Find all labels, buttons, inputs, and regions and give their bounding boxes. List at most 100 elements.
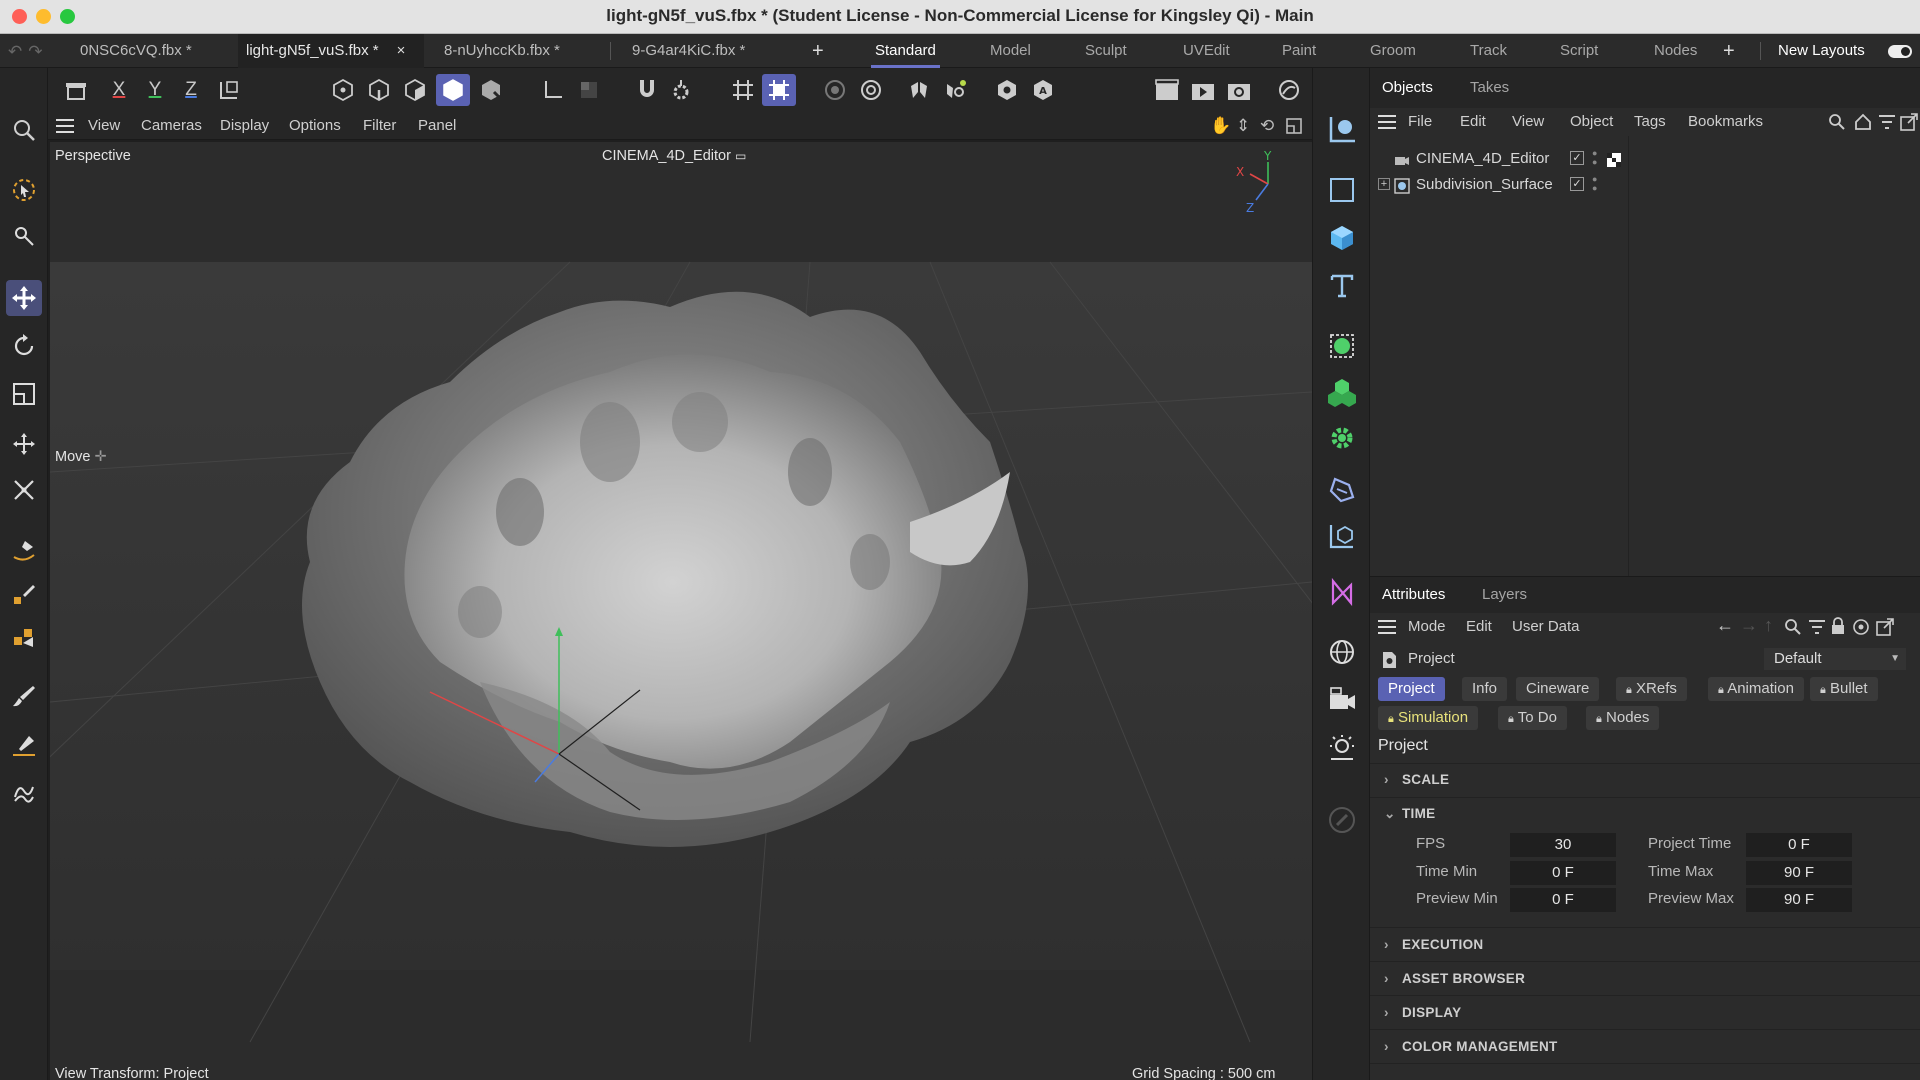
preset-dropdown[interactable]: Default ▼ <box>1764 648 1906 670</box>
search-icon[interactable] <box>1828 113 1846 135</box>
layout-tab-sculpt[interactable]: Sculpt <box>1085 34 1127 68</box>
view-name-label[interactable]: Perspective <box>55 148 131 164</box>
tab-chip-nodes[interactable]: 🔒︎ Nodes <box>1586 706 1660 730</box>
layout-tab-script[interactable]: Script <box>1560 34 1598 68</box>
layout-tab-track[interactable]: Track <box>1470 34 1507 68</box>
visibility-dots[interactable]: ● ● <box>1592 175 1597 193</box>
live-selection-icon[interactable] <box>6 172 42 208</box>
tab-chip-animation[interactable]: 🔒︎ Animation <box>1708 677 1804 701</box>
transform-tool-icon[interactable] <box>6 426 42 462</box>
new-layouts-button[interactable]: New Layouts <box>1778 34 1865 68</box>
object-row-subdivision[interactable]: + Subdivision_Surface ✓ ● ● <box>1370 172 1628 198</box>
polygons-mode-icon[interactable] <box>400 74 430 106</box>
3d-viewport[interactable]: Y X Z Perspective CINEMA_4D_Editor ▭ Mov… <box>50 142 1312 1080</box>
maximize-view-icon[interactable] <box>1286 118 1302 138</box>
spline-sketch-icon[interactable] <box>6 576 42 612</box>
menu-edit[interactable]: Edit <box>1460 108 1486 136</box>
subdivision-surface-icon[interactable] <box>1324 328 1360 364</box>
environment-globe-icon[interactable] <box>1324 634 1360 670</box>
menu-tags[interactable]: Tags <box>1634 108 1666 136</box>
menu-filter[interactable]: Filter <box>363 112 396 140</box>
tab-chip-cineware[interactable]: Cineware <box>1516 677 1600 701</box>
add-layout-plus-icon[interactable]: + <box>1723 34 1735 68</box>
layer-checkbox[interactable]: ✓ <box>1570 177 1584 191</box>
layout-toggle[interactable] <box>1888 45 1912 58</box>
doc-tab[interactable]: 0NSC6cVQ.fbx * <box>72 34 200 68</box>
smooth-icon[interactable] <box>6 774 42 810</box>
cube-outline-icon[interactable] <box>1324 172 1360 208</box>
doc-tab[interactable]: 9-G4ar4KiC.fbx * <box>624 34 753 68</box>
section-display[interactable]: › DISPLAY <box>1384 1005 1461 1020</box>
tab-objects[interactable]: Objects <box>1382 68 1433 108</box>
object-row-camera[interactable]: CINEMA_4D_Editor ✓ ● ● <box>1370 146 1628 172</box>
snap-settings-icon[interactable] <box>666 74 696 106</box>
section-time[interactable]: ⌄ TIME <box>1384 806 1435 822</box>
edges-mode-icon[interactable] <box>364 74 394 106</box>
knife-icon[interactable] <box>6 728 42 764</box>
tab-attributes[interactable]: Attributes <box>1382 577 1445 613</box>
tab-takes[interactable]: Takes <box>1470 68 1509 108</box>
light-object-icon[interactable] <box>1324 730 1360 766</box>
x-axis-lock-button[interactable]: X <box>104 74 134 106</box>
model-mode-icon[interactable] <box>436 74 470 106</box>
filter-icon[interactable] <box>1808 618 1826 640</box>
null-object-icon[interactable] <box>1324 518 1360 554</box>
multi-transform-icon[interactable] <box>6 472 42 508</box>
lock-icon[interactable] <box>1830 617 1846 639</box>
menu-view[interactable]: View <box>88 112 120 140</box>
rotate-tool-icon[interactable] <box>6 328 42 364</box>
layout-tab-uvedit[interactable]: UVEdit <box>1183 34 1230 68</box>
lock-workplane-icon[interactable] <box>856 74 886 106</box>
spline-pen-icon[interactable] <box>6 532 42 568</box>
symmetry-settings-icon[interactable] <box>940 74 970 106</box>
soft-selection-icon[interactable] <box>820 74 850 106</box>
layout-tab-standard[interactable]: Standard <box>871 34 940 68</box>
render-view-icon[interactable] <box>1152 74 1182 106</box>
effector-gear-icon[interactable] <box>1324 420 1360 456</box>
layout-tab-model[interactable]: Model <box>990 34 1031 68</box>
menu-cameras[interactable]: Cameras <box>141 112 202 140</box>
close-tab-icon[interactable]: × <box>397 42 406 59</box>
symmetry-icon[interactable] <box>904 74 934 106</box>
z-axis-lock-button[interactable]: Z <box>176 74 206 106</box>
visibility-dots[interactable]: ● ● <box>1592 149 1597 167</box>
points-mode-icon[interactable] <box>328 74 358 106</box>
layout-tab-groom[interactable]: Groom <box>1370 34 1416 68</box>
tab-chip-project[interactable]: Project <box>1378 677 1445 701</box>
doc-tab-active[interactable]: light-gN5f_vuS.fbx * × <box>238 34 424 68</box>
preview-max-field[interactable]: 90 F <box>1746 888 1852 912</box>
undo-history-icon[interactable] <box>60 74 92 106</box>
y-axis-lock-button[interactable]: Y <box>140 74 170 106</box>
viewport-solo-icon[interactable] <box>574 74 604 106</box>
axis-mode-icon[interactable] <box>538 74 568 106</box>
undo-redo-icons[interactable]: ↶↷ <box>8 42 49 62</box>
hamburger-menu-icon[interactable] <box>1378 619 1396 639</box>
expand-toggle[interactable]: + <box>1378 178 1390 190</box>
tab-chip-todo[interactable]: 🔒︎ To Do <box>1498 706 1567 730</box>
render-settings-icon[interactable] <box>1224 74 1254 106</box>
zoom-window-button[interactable] <box>60 9 75 24</box>
search-icon[interactable] <box>1784 618 1802 640</box>
tab-chip-xrefs[interactable]: 🔒︎ XRefs <box>1616 677 1687 701</box>
edit-pencil-icon[interactable] <box>1324 802 1360 838</box>
home-icon[interactable] <box>1854 113 1872 135</box>
snap-magnet-icon[interactable] <box>632 74 662 106</box>
menu-panel[interactable]: Panel <box>418 112 456 140</box>
field-icon[interactable] <box>1324 574 1360 610</box>
isolate-icon[interactable] <box>992 74 1022 106</box>
move-tool-icon[interactable] <box>6 280 42 316</box>
auto-keying-icon[interactable]: A <box>1028 74 1058 106</box>
project-time-field[interactable]: 0 F <box>1746 833 1852 857</box>
menu-edit[interactable]: Edit <box>1466 613 1492 641</box>
close-window-button[interactable] <box>12 9 27 24</box>
time-min-field[interactable]: 0 F <box>1510 861 1616 885</box>
menu-view[interactable]: View <box>1512 108 1544 136</box>
section-scale[interactable]: › SCALE <box>1384 772 1449 787</box>
menu-bookmarks[interactable]: Bookmarks <box>1688 108 1763 136</box>
pan-hand-icon[interactable]: ✋ <box>1210 116 1231 136</box>
layer-checkbox[interactable]: ✓ <box>1570 151 1584 165</box>
section-color-management[interactable]: › COLOR MANAGEMENT <box>1384 1039 1558 1054</box>
menu-display[interactable]: Display <box>220 112 269 140</box>
fps-field[interactable]: 30 <box>1510 833 1616 857</box>
menu-file[interactable]: File <box>1408 108 1432 136</box>
